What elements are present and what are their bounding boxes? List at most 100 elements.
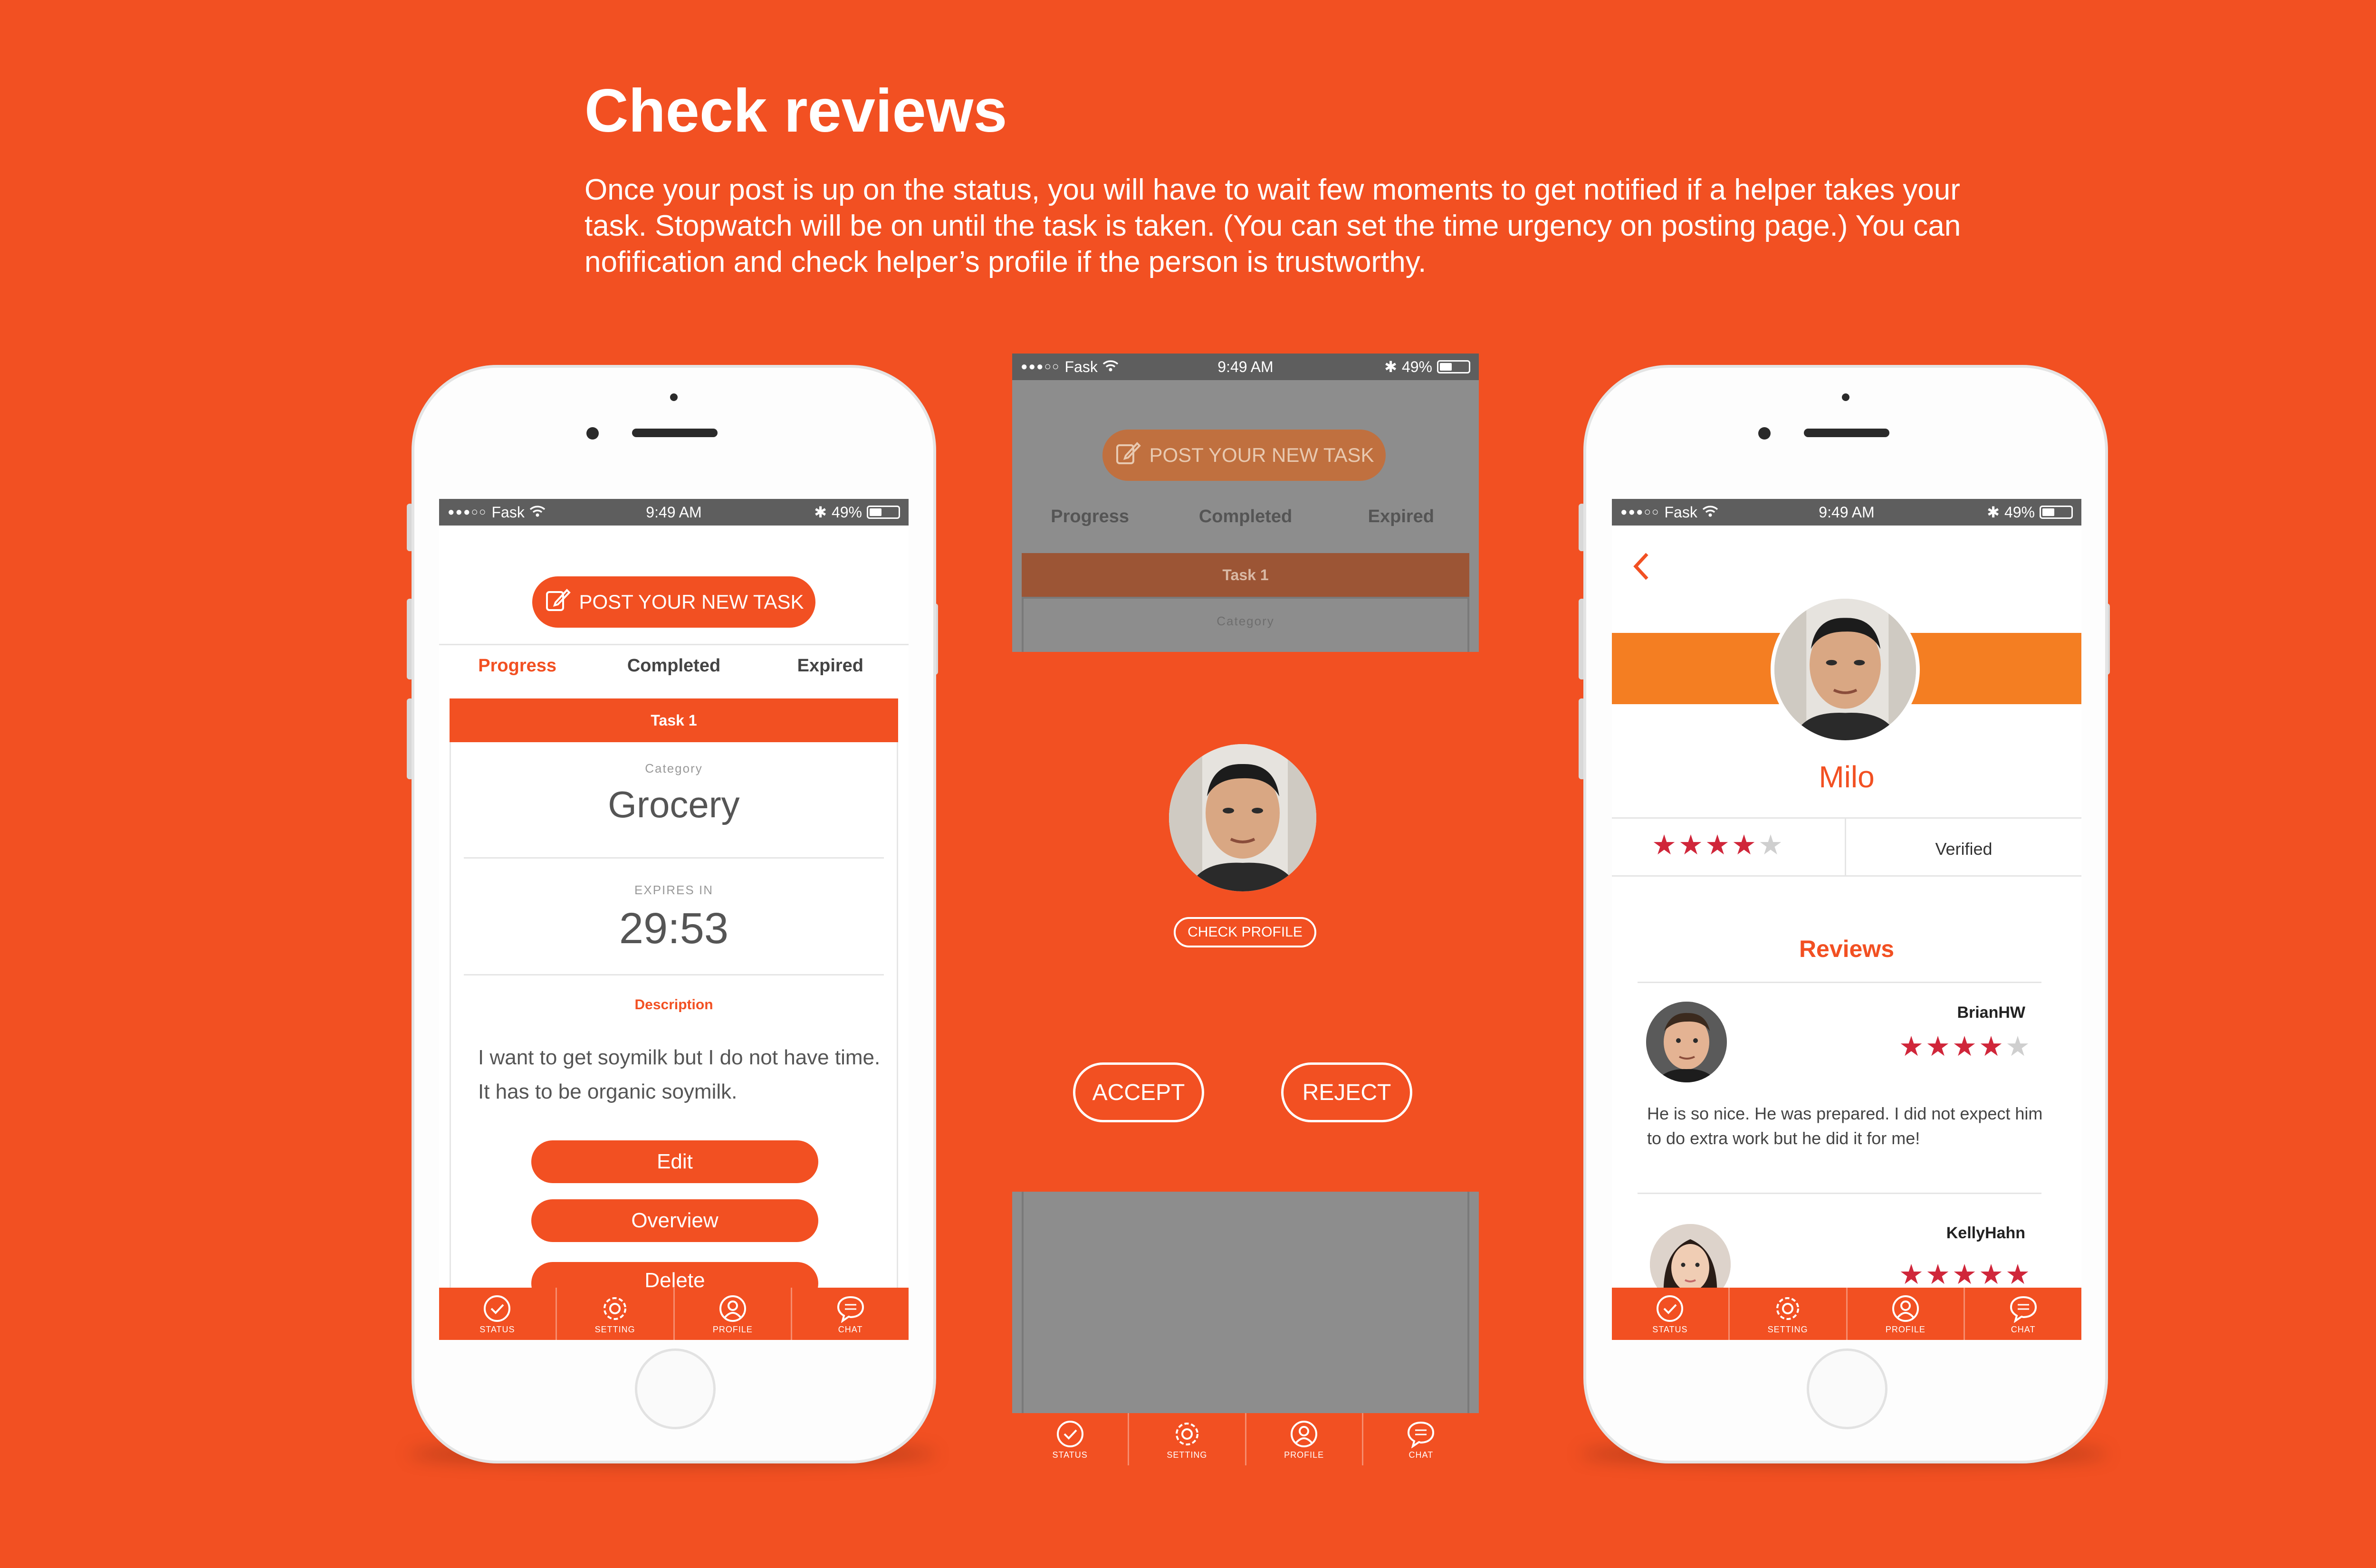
- signal-icon: ●●●○○: [1620, 506, 1660, 518]
- status-bar: ●●●○○ Fask 9:49 AM ✱ 49%: [1612, 499, 2081, 526]
- category-label: Category: [645, 761, 703, 775]
- tabbar-chat[interactable]: CHAT: [792, 1288, 909, 1340]
- divider: [464, 857, 884, 859]
- bottom-tab-bar: STATUS SETTING PROFILE CHAT: [1012, 1413, 1479, 1465]
- check-circle-icon: [1055, 1419, 1085, 1449]
- battery-icon: [1437, 360, 1470, 373]
- helper-avatar[interactable]: [1169, 744, 1316, 891]
- home-button[interactable]: [1807, 1348, 1887, 1429]
- overview-button[interactable]: Overview: [531, 1199, 818, 1242]
- tabbar-profile[interactable]: PROFILE: [1848, 1288, 1965, 1340]
- reviewer-name: BrianHW: [1957, 1004, 2025, 1022]
- chat-icon: [1406, 1419, 1436, 1449]
- wifi-icon: [529, 504, 546, 521]
- home-button[interactable]: [635, 1348, 716, 1429]
- battery-icon: [866, 506, 900, 519]
- tabbar-profile-label: PROFILE: [712, 1324, 753, 1334]
- back-chevron-icon[interactable]: [1631, 551, 1652, 584]
- review-rating: ★ ★ ★ ★ ★: [1899, 1261, 2030, 1289]
- profile-avatar: [1771, 595, 1920, 744]
- tabbar-chat[interactable]: CHAT: [1363, 1413, 1479, 1465]
- tab-expired[interactable]: Expired: [752, 656, 909, 676]
- tabbar-setting[interactable]: SETTING: [1129, 1413, 1246, 1465]
- tabbar-status[interactable]: STATUS: [439, 1288, 557, 1340]
- battery-icon: [2039, 506, 2073, 519]
- screen-notification: ●●●○○ Fask 9:49 AM ✱ 49% POST YOUR NEW TAS…: [1012, 354, 1479, 1465]
- description-text: I want to get soymilk but I do not have …: [478, 1046, 881, 1103]
- check-profile-button[interactable]: CHECK PROFILE: [1174, 917, 1316, 947]
- signal-icon: ●●●○○: [448, 506, 487, 518]
- gear-icon: [1772, 1293, 1803, 1324]
- tab-progress[interactable]: Progress: [439, 656, 595, 676]
- edit-icon: [1114, 440, 1141, 471]
- check-circle-icon: [482, 1293, 512, 1324]
- tabbar-status-label: STATUS: [1652, 1324, 1688, 1334]
- carrier-label: Fask: [491, 503, 525, 521]
- phone-speaker: [632, 429, 718, 437]
- verified-badge: Verified: [1935, 839, 1993, 859]
- tabbar-status-label: STATUS: [1052, 1450, 1088, 1460]
- description-label: Description: [634, 997, 713, 1013]
- bluetooth-icon: ✱: [1384, 358, 1397, 375]
- tabbar-status[interactable]: STATUS: [1012, 1413, 1130, 1465]
- carrier-label: Fask: [1664, 503, 1697, 521]
- divider: [439, 644, 909, 645]
- tabbar-setting[interactable]: SETTING: [1730, 1288, 1848, 1340]
- bluetooth-icon: ✱: [1987, 504, 2000, 521]
- tabbar-status[interactable]: STATUS: [1612, 1288, 1730, 1340]
- tabbar-setting-label: SETTING: [1167, 1450, 1207, 1460]
- star-empty-icon: ★: [2005, 1031, 2030, 1062]
- divider: [1612, 817, 2081, 819]
- tab-completed: Completed: [1198, 507, 1293, 526]
- tabbar-profile[interactable]: PROFILE: [1246, 1413, 1363, 1465]
- task-title-bar[interactable]: Task 1: [450, 698, 898, 742]
- tab-progress: Progress: [1051, 507, 1130, 526]
- tab-expired: Expired: [1368, 507, 1435, 526]
- star-filled-icon: ★: [1926, 1259, 1950, 1290]
- tabbar-setting[interactable]: SETTING: [557, 1288, 675, 1340]
- star-filled-icon: ★: [1979, 1031, 2003, 1062]
- star-filled-icon: ★: [1732, 830, 1756, 860]
- user-icon: [1289, 1419, 1319, 1449]
- post-new-task-label: POST YOUR NEW TASK: [1149, 444, 1374, 466]
- bluetooth-icon: ✱: [814, 504, 827, 521]
- phone-camera: [586, 427, 599, 440]
- screen-helper-profile: ●●●○○ Fask 9:49 AM ✱ 49% Milo ★ ★ ★ ★ ★ Verifi…: [1612, 499, 2081, 1340]
- edit-icon: [544, 586, 571, 618]
- edit-button[interactable]: Edit: [531, 1140, 818, 1183]
- star-filled-icon: ★: [1678, 830, 1703, 860]
- wifi-icon: [1702, 504, 1718, 521]
- star-filled-icon: ★: [1952, 1259, 1977, 1290]
- reject-button[interactable]: REJECT: [1281, 1062, 1412, 1122]
- chat-icon: [835, 1293, 866, 1324]
- tabbar-setting-label: SETTING: [1767, 1324, 1808, 1334]
- gear-icon: [600, 1293, 630, 1324]
- carrier-label: Fask: [1064, 358, 1098, 375]
- user-icon: [1890, 1293, 1921, 1324]
- status-time: 9:49 AM: [646, 503, 702, 521]
- chat-icon: [2008, 1293, 2039, 1324]
- tab-completed[interactable]: Completed: [595, 656, 752, 676]
- status-time: 9:49 AM: [1819, 503, 1875, 521]
- expires-label: EXPIRES IN: [634, 883, 713, 897]
- tabbar-chat-label: CHAT: [838, 1324, 863, 1334]
- star-filled-icon: ★: [1926, 1031, 1950, 1062]
- status-bar: ●●●○○ Fask 9:49 AM ✱ 49%: [1012, 354, 1479, 380]
- star-filled-icon: ★: [1652, 830, 1677, 860]
- post-new-task-button[interactable]: POST YOUR NEW TASK: [532, 576, 815, 628]
- star-filled-icon: ★: [1899, 1031, 1924, 1062]
- check-circle-icon: [1655, 1293, 1685, 1324]
- intro-paragraph: Once your post is up on the status, you …: [584, 173, 1961, 278]
- status-bar: ●●●○○ Fask 9:49 AM ✱ 49%: [439, 499, 909, 526]
- post-new-task-button-dimmed: POST YOUR NEW TASK: [1102, 430, 1386, 481]
- reviews-heading: Reviews: [1799, 936, 1895, 962]
- star-filled-icon: ★: [1899, 1259, 1924, 1290]
- bottom-tab-bar: STATUS SETTING PROFILE CHAT: [439, 1288, 909, 1340]
- task-tabs-dimmed: Progress Completed Expired: [1012, 507, 1479, 527]
- accept-button[interactable]: ACCEPT: [1073, 1062, 1204, 1122]
- tabbar-chat[interactable]: CHAT: [1965, 1288, 2081, 1340]
- reviewer-name: KellyHahn: [1946, 1224, 2025, 1242]
- tabbar-profile[interactable]: PROFILE: [675, 1288, 793, 1340]
- review-rating: ★ ★ ★ ★ ★: [1899, 1033, 2030, 1061]
- task-tabs: Progress Completed Expired: [439, 656, 909, 676]
